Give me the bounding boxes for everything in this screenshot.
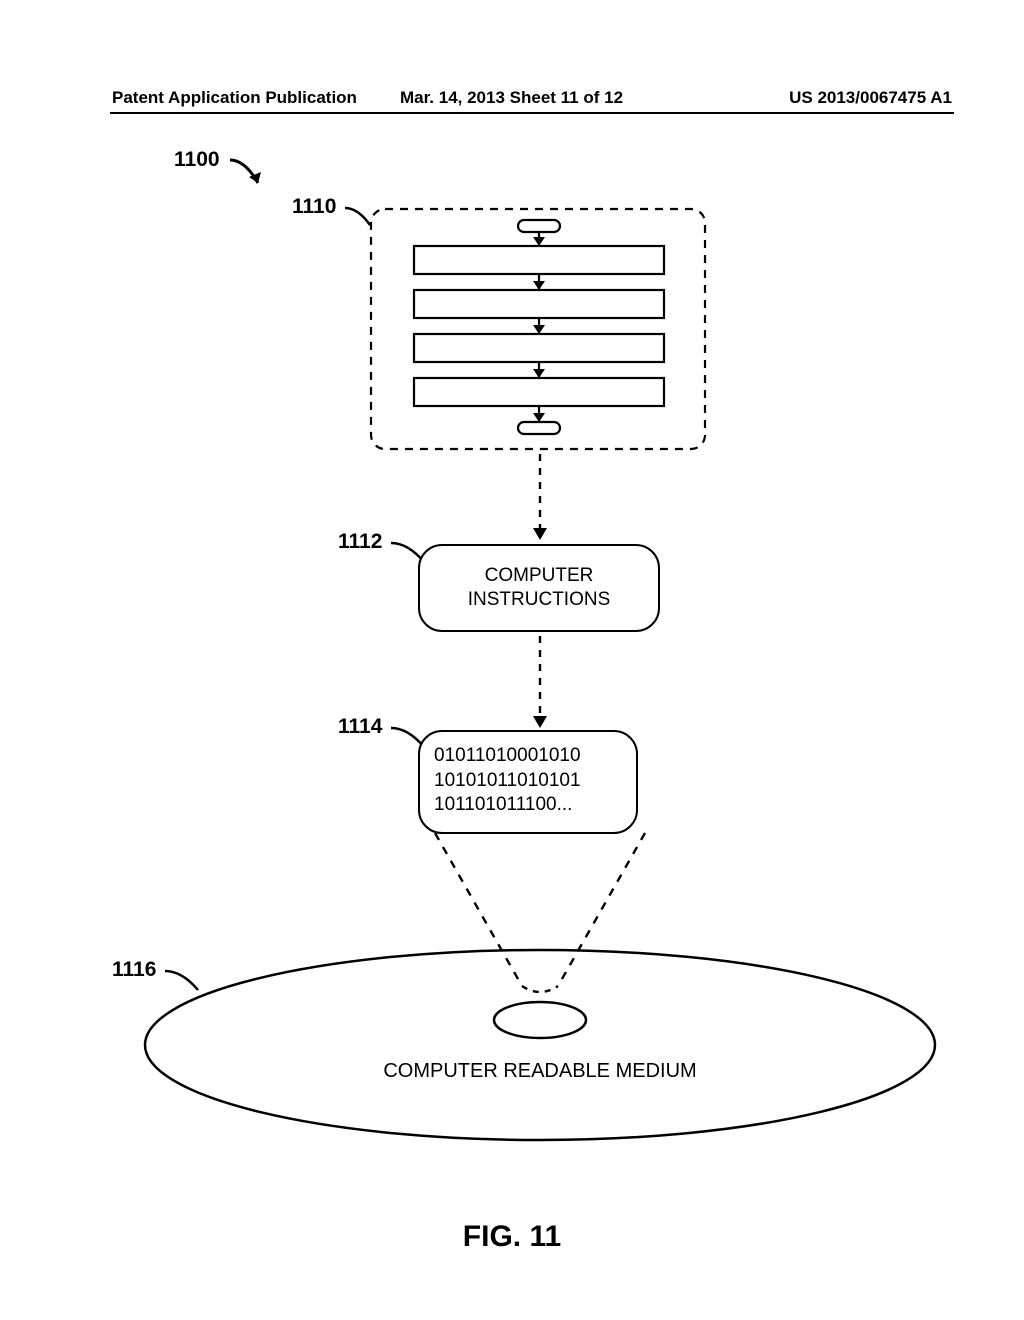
ref-1112: 1112 [338,530,382,554]
computer-instructions-label-1: COMPUTER [432,564,646,588]
header-left: Patent Application Publication [112,88,357,108]
box-binary-data: 01011010001010 10101011010101 1011010111… [418,730,638,834]
dashed-arrow-1112-to-1114 [530,634,550,732]
header-center: Mar. 14, 2013 Sheet 11 of 12 [400,88,623,108]
box-computer-instructions: COMPUTER INSTRUCTIONS [418,544,660,632]
dashed-arrow-1110-to-1112 [530,452,550,544]
computer-instructions-label-2: INSTRUCTIONS [432,588,646,612]
binary-line-1: 01011010001010 [434,744,622,769]
leader-arrow-1100 [225,155,275,195]
figure-label: FIG. 11 [0,1220,1024,1254]
disc-label: COMPUTER READABLE MEDIUM [130,1060,950,1083]
ref-1110: 1110 [292,195,336,219]
page-header: Patent Application Publication Mar. 14, … [110,86,954,114]
ref-1100: 1100 [174,148,220,172]
binary-line-3: 101101011100... [434,793,622,818]
header-right: US 2013/0067475 A1 [789,88,952,108]
binary-line-2: 10101011010101 [434,769,622,794]
dashed-box-1110 [368,206,708,452]
page: Patent Application Publication Mar. 14, … [0,0,1024,1320]
disc-medium [130,940,950,1150]
ref-1114: 1114 [338,715,382,739]
